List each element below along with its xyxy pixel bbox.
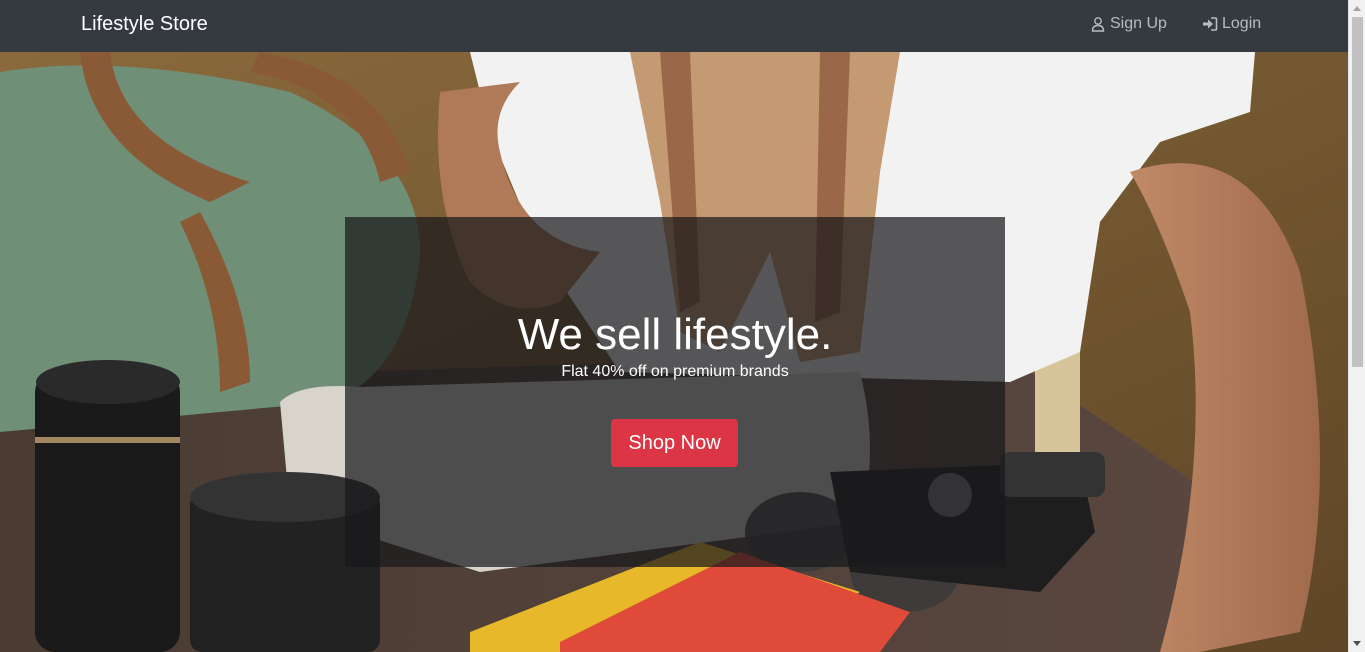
vertical-scrollbar[interactable] bbox=[1348, 0, 1365, 652]
scrollbar-thumb[interactable] bbox=[1352, 17, 1363, 367]
login-link[interactable]: Login bbox=[1202, 14, 1261, 34]
hero-subtitle: Flat 40% off on premium brands bbox=[561, 363, 789, 380]
scroll-down-arrow-icon[interactable] bbox=[1349, 635, 1365, 652]
user-icon bbox=[1091, 17, 1105, 32]
sign-in-icon bbox=[1203, 17, 1218, 31]
brand-link[interactable]: Lifestyle Store bbox=[81, 12, 208, 36]
login-label: Login bbox=[1222, 15, 1262, 32]
top-navbar: Lifestyle Store Sign Up Login bbox=[0, 0, 1348, 52]
scroll-up-arrow-icon[interactable] bbox=[1349, 0, 1365, 17]
hero-banner: We sell lifestyle. Flat 40% off on premi… bbox=[345, 217, 1005, 567]
sign-up-label: Sign Up bbox=[1110, 15, 1167, 32]
hero-section: We sell lifestyle. Flat 40% off on premi… bbox=[0, 52, 1348, 652]
shop-now-button[interactable]: Shop Now bbox=[611, 419, 738, 467]
hero-title: We sell lifestyle. bbox=[517, 310, 833, 359]
sign-up-link[interactable]: Sign Up bbox=[1090, 14, 1167, 34]
page: Lifestyle Store Sign Up Login We sell li… bbox=[0, 0, 1365, 652]
